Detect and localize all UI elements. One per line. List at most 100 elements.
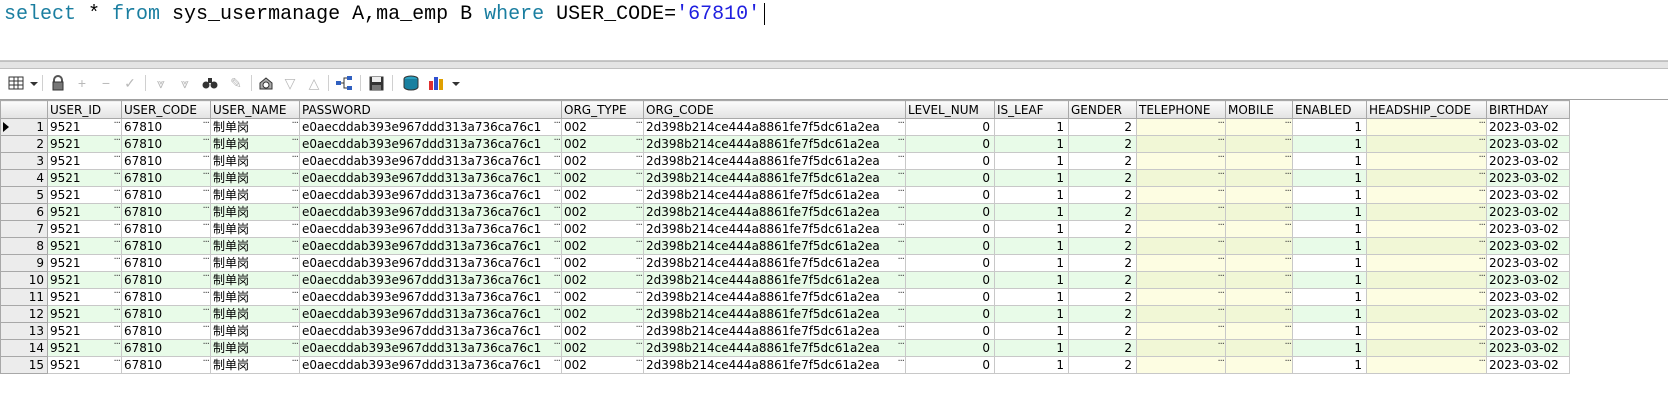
cell-editor-button[interactable]: ···: [113, 137, 120, 150]
row-number[interactable]: 4: [0, 169, 48, 187]
cell-editor-button[interactable]: ···: [202, 273, 209, 286]
cell-user-name[interactable]: 制单岗 ···: [210, 322, 300, 340]
cell-user-code[interactable]: 67810 ···: [121, 339, 211, 357]
cell-org-code[interactable]: 2d398b214ce444a8861fe7f5dc61a2ea ···: [643, 152, 906, 170]
grid-menu-icon[interactable]: [6, 73, 26, 93]
cell-editor-button[interactable]: ···: [635, 290, 642, 303]
cell-password[interactable]: e0aecddab393e967ddd313a736ca76c1 ···: [299, 305, 562, 323]
cell-editor-button[interactable]: ···: [113, 273, 120, 286]
cell-editor-button[interactable]: ···: [1284, 188, 1291, 201]
cell-enabled[interactable]: 1: [1292, 203, 1367, 221]
cell-editor-button[interactable]: ···: [553, 256, 560, 269]
cell-editor-button[interactable]: ···: [291, 239, 298, 252]
cell-level-num[interactable]: 0: [905, 339, 995, 357]
cell-level-num[interactable]: 0: [905, 169, 995, 187]
cell-user-code[interactable]: 67810 ···: [121, 135, 211, 153]
table-row[interactable]: 5 9521 ··· 67810 ··· 制单岗 ··· e0aecddab393e967dd…: [0, 186, 1570, 204]
cell-enabled[interactable]: 1: [1292, 135, 1367, 153]
cell-level-num[interactable]: 0: [905, 288, 995, 306]
cell-editor-button[interactable]: ···: [897, 358, 904, 371]
cell-is-leaf[interactable]: 1: [994, 169, 1069, 187]
cell-headship-code[interactable]: ···: [1366, 237, 1487, 255]
row-number[interactable]: 14: [0, 339, 48, 357]
cell-user-id[interactable]: 9521 ···: [47, 220, 122, 238]
cell-editor-button[interactable]: ···: [291, 256, 298, 269]
cell-editor-button[interactable]: ···: [553, 290, 560, 303]
cell-editor-button[interactable]: ···: [291, 290, 298, 303]
cell-org-code[interactable]: 2d398b214ce444a8861fe7f5dc61a2ea ···: [643, 220, 906, 238]
cell-headship-code[interactable]: ···: [1366, 186, 1487, 204]
cell-editor-button[interactable]: ···: [897, 205, 904, 218]
cell-enabled[interactable]: 1: [1292, 254, 1367, 272]
cell-org-type[interactable]: 002 ···: [561, 254, 644, 272]
cell-headship-code[interactable]: ···: [1366, 339, 1487, 357]
cell-telephone[interactable]: ···: [1136, 305, 1226, 323]
cell-editor-button[interactable]: ···: [113, 256, 120, 269]
cell-editor-button[interactable]: ···: [1284, 137, 1291, 150]
cell-editor-button[interactable]: ···: [897, 154, 904, 167]
cell-editor-button[interactable]: ···: [291, 120, 298, 133]
cell-level-num[interactable]: 0: [905, 186, 995, 204]
cell-is-leaf[interactable]: 1: [994, 135, 1069, 153]
row-number[interactable]: 5: [0, 186, 48, 204]
cell-birthday[interactable]: 2023-03-02: [1486, 322, 1570, 340]
cell-user-id[interactable]: 9521 ···: [47, 186, 122, 204]
cell-org-code[interactable]: 2d398b214ce444a8861fe7f5dc61a2ea ···: [643, 186, 906, 204]
cell-editor-button[interactable]: ···: [1478, 239, 1485, 252]
cell-level-num[interactable]: 0: [905, 305, 995, 323]
cell-editor-button[interactable]: ···: [1284, 307, 1291, 320]
cell-editor-button[interactable]: ···: [553, 324, 560, 337]
cell-user-name[interactable]: 制单岗 ···: [210, 271, 300, 289]
cell-mobile[interactable]: ···: [1225, 254, 1293, 272]
cell-gender[interactable]: 2: [1068, 288, 1137, 306]
cell-editor-button[interactable]: ···: [553, 120, 560, 133]
cell-user-code[interactable]: 67810 ···: [121, 271, 211, 289]
cell-editor-button[interactable]: ···: [113, 154, 120, 167]
lock-icon[interactable]: [48, 73, 68, 93]
cell-editor-button[interactable]: ···: [635, 273, 642, 286]
cell-headship-code[interactable]: ···: [1366, 271, 1487, 289]
cell-editor-button[interactable]: ···: [897, 307, 904, 320]
cell-editor-button[interactable]: ···: [553, 171, 560, 184]
row-number[interactable]: 1: [0, 118, 48, 136]
cell-telephone[interactable]: ···: [1136, 254, 1226, 272]
cell-mobile[interactable]: ···: [1225, 203, 1293, 221]
cell-org-type[interactable]: 002 ···: [561, 322, 644, 340]
cell-user-id[interactable]: 9521 ···: [47, 288, 122, 306]
editor-splitter[interactable]: [0, 61, 1668, 69]
cell-org-code[interactable]: 2d398b214ce444a8861fe7f5dc61a2ea ···: [643, 254, 906, 272]
cell-user-name[interactable]: 制单岗 ···: [210, 152, 300, 170]
cell-mobile[interactable]: ···: [1225, 322, 1293, 340]
cell-editor-button[interactable]: ···: [1478, 171, 1485, 184]
cell-editor-button[interactable]: ···: [1284, 120, 1291, 133]
cell-password[interactable]: e0aecddab393e967ddd313a736ca76c1 ···: [299, 169, 562, 187]
cell-editor-button[interactable]: ···: [1217, 239, 1224, 252]
cell-user-name[interactable]: 制单岗 ···: [210, 169, 300, 187]
cell-editor-button[interactable]: ···: [553, 239, 560, 252]
cell-password[interactable]: e0aecddab393e967ddd313a736ca76c1 ···: [299, 135, 562, 153]
cell-editor-button[interactable]: ···: [1217, 307, 1224, 320]
row-number[interactable]: 7: [0, 220, 48, 238]
cell-editor-button[interactable]: ···: [1478, 188, 1485, 201]
cell-birthday[interactable]: 2023-03-02: [1486, 220, 1570, 238]
cell-editor-button[interactable]: ···: [897, 188, 904, 201]
cell-editor-button[interactable]: ···: [1217, 341, 1224, 354]
last-record-icon[interactable]: ⩔: [175, 73, 195, 93]
cell-org-code[interactable]: 2d398b214ce444a8861fe7f5dc61a2ea ···: [643, 203, 906, 221]
cell-editor-button[interactable]: ···: [635, 137, 642, 150]
column-header[interactable]: BIRTHDAY: [1486, 100, 1570, 119]
cell-editor-button[interactable]: ···: [1217, 324, 1224, 337]
cell-birthday[interactable]: 2023-03-02: [1486, 271, 1570, 289]
cell-telephone[interactable]: ···: [1136, 220, 1226, 238]
row-number[interactable]: 2: [0, 135, 48, 153]
cell-enabled[interactable]: 1: [1292, 118, 1367, 136]
row-number[interactable]: 11: [0, 288, 48, 306]
cell-editor-button[interactable]: ···: [1478, 324, 1485, 337]
cell-level-num[interactable]: 0: [905, 203, 995, 221]
cell-birthday[interactable]: 2023-03-02: [1486, 254, 1570, 272]
chevron-down-icon[interactable]: [452, 82, 460, 86]
cell-editor-button[interactable]: ···: [1284, 341, 1291, 354]
cell-editor-button[interactable]: ···: [1284, 358, 1291, 371]
cell-editor-button[interactable]: ···: [202, 341, 209, 354]
cell-user-name[interactable]: 制单岗 ···: [210, 220, 300, 238]
